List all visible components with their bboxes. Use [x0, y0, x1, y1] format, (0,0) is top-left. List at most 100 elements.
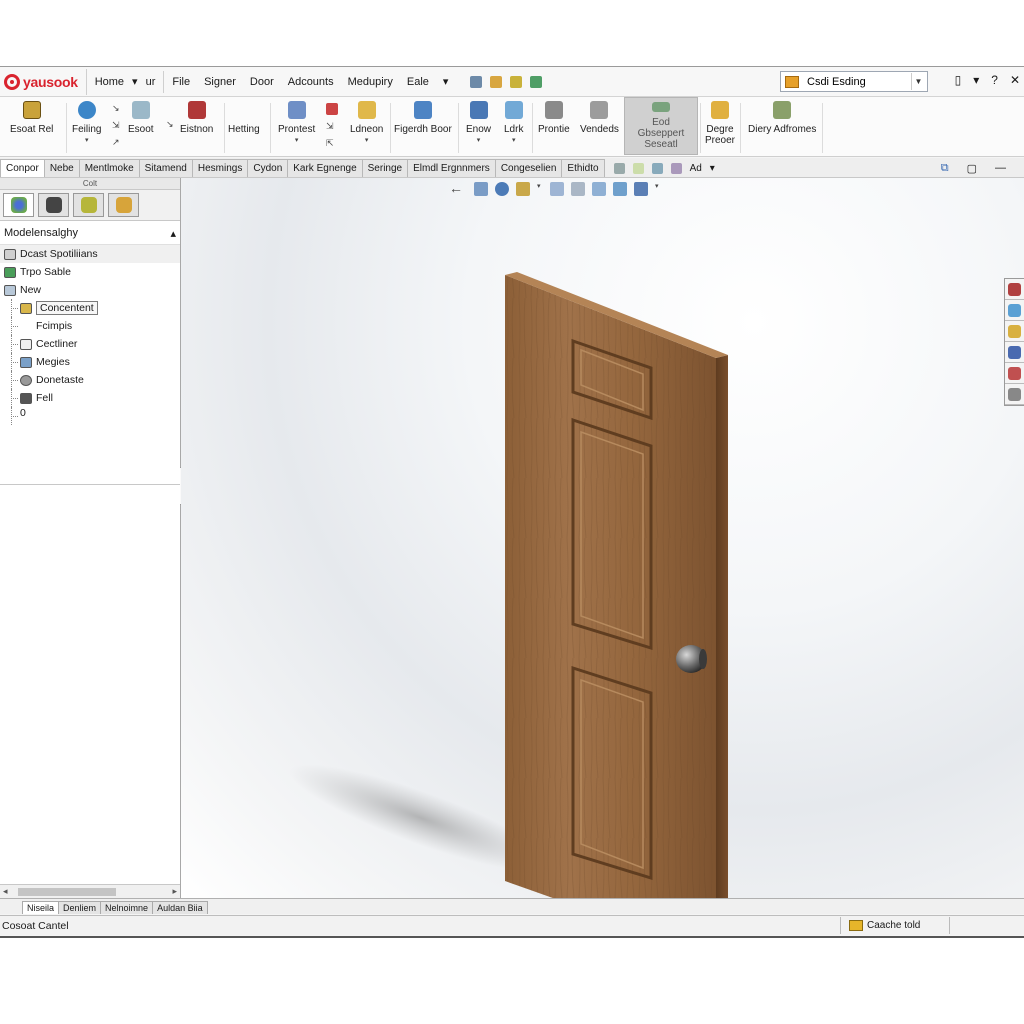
help-icon[interactable]: ? [991, 73, 998, 87]
app-logo[interactable]: yausook [0, 68, 87, 95]
task-pane-tab-custom[interactable] [1005, 384, 1024, 405]
panel-horizontal-scrollbar[interactable]: ◂ ▸ [0, 884, 180, 898]
ribbon-button-prontie[interactable]: Prontie [538, 101, 570, 135]
note-icon[interactable] [632, 162, 644, 174]
menu-item-door[interactable]: Door [250, 76, 274, 88]
model-tab-denliem[interactable]: Denliem [58, 901, 102, 914]
search-input[interactable] [807, 75, 907, 88]
ribbon-button-ldrk[interactable]: Ldrk ▾ [504, 101, 523, 144]
small-tool-icon[interactable]: ↘ [112, 103, 120, 114]
tab-conpor[interactable]: Conpor [0, 159, 45, 177]
select-icon[interactable] [470, 75, 483, 88]
scroll-left-icon[interactable]: ◂ [3, 886, 8, 897]
task-pane-tab-view-palette[interactable] [1005, 342, 1024, 363]
small-tool-icon[interactable]: ⇱ [326, 138, 338, 149]
small-tool-icon[interactable]: ↗ [112, 137, 120, 148]
chevron-down-icon[interactable]: ▾ [973, 73, 979, 87]
options-icon[interactable] [530, 75, 543, 88]
display-icon[interactable]: ⧉ [941, 162, 949, 175]
tree-item-fcimpis[interactable]: Fcimpis [0, 317, 180, 335]
task-pane-tab-library[interactable] [1005, 300, 1024, 321]
small-tool-icon[interactable]: ↘ [166, 119, 174, 130]
zoom-fit-icon[interactable] [474, 182, 488, 196]
model-tab-niseila[interactable]: Niseila [22, 901, 60, 914]
section-view-icon[interactable] [516, 182, 530, 196]
panel-tab-config[interactable] [73, 193, 104, 217]
ribbon-button-eistnon[interactable]: Eistnon [180, 101, 213, 135]
tree-item-dcast-spotiliians[interactable]: Dcast Spotiliians [0, 245, 180, 263]
scroll-right-icon[interactable]: ▸ [172, 886, 177, 897]
scene-icon[interactable] [613, 182, 627, 196]
close-icon[interactable]: ✕ [1010, 73, 1020, 87]
folder-icon[interactable] [490, 75, 503, 88]
chevron-down-icon[interactable]: ▾ [443, 75, 449, 88]
small-tool-icon[interactable]: ⇲ [326, 121, 338, 132]
model-tab-auldan-biia[interactable]: Auldan Biia [152, 901, 208, 914]
restore-icon[interactable]: ▢ [967, 162, 977, 175]
rebuild-icon[interactable] [510, 75, 523, 88]
tree-item-donetaste[interactable]: Donetaste [0, 371, 180, 389]
ribbon-button-feiling[interactable]: Feiling ▾ [72, 101, 101, 144]
ribbon-button-degre-preoer[interactable]: Degre Preoer [704, 101, 736, 146]
tab-cydon[interactable]: Cydon [247, 159, 289, 177]
task-pane-tab-explorer[interactable] [1005, 321, 1024, 342]
tab-seringe[interactable]: Seringe [361, 159, 409, 177]
door-model[interactable] [181, 178, 1024, 898]
search-field[interactable]: ▼ [780, 71, 928, 92]
ribbon-button-esoot[interactable]: Esoot [128, 101, 154, 135]
task-pane-tab-appearances[interactable] [1005, 363, 1024, 384]
tab-mentlmoke[interactable]: Mentlmoke [78, 159, 140, 177]
mirror-icon[interactable] [326, 103, 338, 115]
tab-nebe[interactable]: Nebe [43, 159, 80, 177]
ribbon-button-vendeds[interactable]: Vendeds [580, 101, 619, 135]
tree-item-fell[interactable]: Fell [0, 389, 180, 407]
tab-sitamend[interactable]: Sitamend [138, 159, 193, 177]
tree-item-new[interactable]: New [0, 281, 180, 299]
minimize-icon[interactable]: — [995, 162, 1006, 175]
tab-elmdl-ergnnmers[interactable]: Elmdl Ergnnmers [407, 159, 496, 177]
tab-ethidto[interactable]: Ethidto [561, 159, 605, 177]
chevron-down-icon[interactable]: ▾ [710, 163, 715, 174]
home-menu-dropdown[interactable]: Home ▾ ur [87, 70, 165, 93]
tab-hesmings[interactable]: Hesmings [191, 159, 249, 177]
ribbon-button-enow[interactable]: Enow ▾ [466, 101, 491, 144]
chevron-down-icon[interactable]: ▼ [911, 73, 925, 90]
chevron-down-icon[interactable]: ▾ [537, 182, 543, 196]
sheet-icon[interactable] [670, 162, 682, 174]
panel-tab-display[interactable] [108, 193, 139, 217]
ribbon-button-prontest[interactable]: Prontest ▾ [278, 101, 315, 144]
previous-view-icon[interactable]: ← [449, 181, 467, 196]
view-orientation-icon[interactable] [550, 182, 564, 196]
zoom-area-icon[interactable] [495, 182, 509, 196]
ribbon-button-ldneon[interactable]: Ldneon ▾ [350, 101, 383, 144]
tab-congeselien[interactable]: Congeselien [494, 159, 563, 177]
panel-tab-feature-tree[interactable] [3, 193, 34, 217]
menu-item-file[interactable]: File [172, 76, 190, 88]
ribbon-button-hetting[interactable]: Hetting [228, 101, 260, 135]
status-right-panel[interactable]: Caache told [840, 917, 950, 934]
tree-title-row[interactable]: Modelensalghy ▴ [0, 221, 180, 245]
ribbon-button-eod-gbseppert-seseatl[interactable]: Eod Gbseppert Seseatl [624, 97, 698, 155]
collapse-icon[interactable]: ▴ [170, 227, 176, 240]
menu-item-eale[interactable]: Eale [407, 76, 429, 88]
small-tool-icon[interactable]: ⇲ [112, 120, 120, 131]
menu-item-signer[interactable]: Signer [204, 76, 236, 88]
panel-tab-property[interactable] [38, 193, 69, 217]
display-style-icon[interactable] [571, 182, 585, 196]
tree-item-concentent[interactable]: Concentent [0, 299, 180, 317]
view-settings-icon[interactable] [634, 182, 648, 196]
tab-extra[interactable]: Ad [690, 163, 702, 174]
restore-icon[interactable]: ▯ [955, 73, 962, 87]
filter-icon[interactable] [613, 162, 625, 174]
ribbon-button-figerdh-boor[interactable]: Figerdh Boor [394, 101, 452, 135]
hide-show-icon[interactable] [592, 182, 606, 196]
tree-item-cectliner[interactable]: Cectliner [0, 335, 180, 353]
tree-item-zero[interactable]: 0 [0, 407, 180, 425]
menu-item-adcounts[interactable]: Adcounts [288, 76, 334, 88]
model-tab-nelnoimne[interactable]: Nelnoimne [100, 901, 154, 914]
ribbon-button-esoat-rel[interactable]: Esoat Rel [10, 101, 53, 135]
tab-kark-egnenge[interactable]: Kark Egnenge [287, 159, 363, 177]
view-icon[interactable] [651, 162, 663, 174]
tree-item-trpo-sable[interactable]: Trpo Sable [0, 263, 180, 281]
menu-item-medupiry[interactable]: Medupiry [348, 76, 393, 88]
